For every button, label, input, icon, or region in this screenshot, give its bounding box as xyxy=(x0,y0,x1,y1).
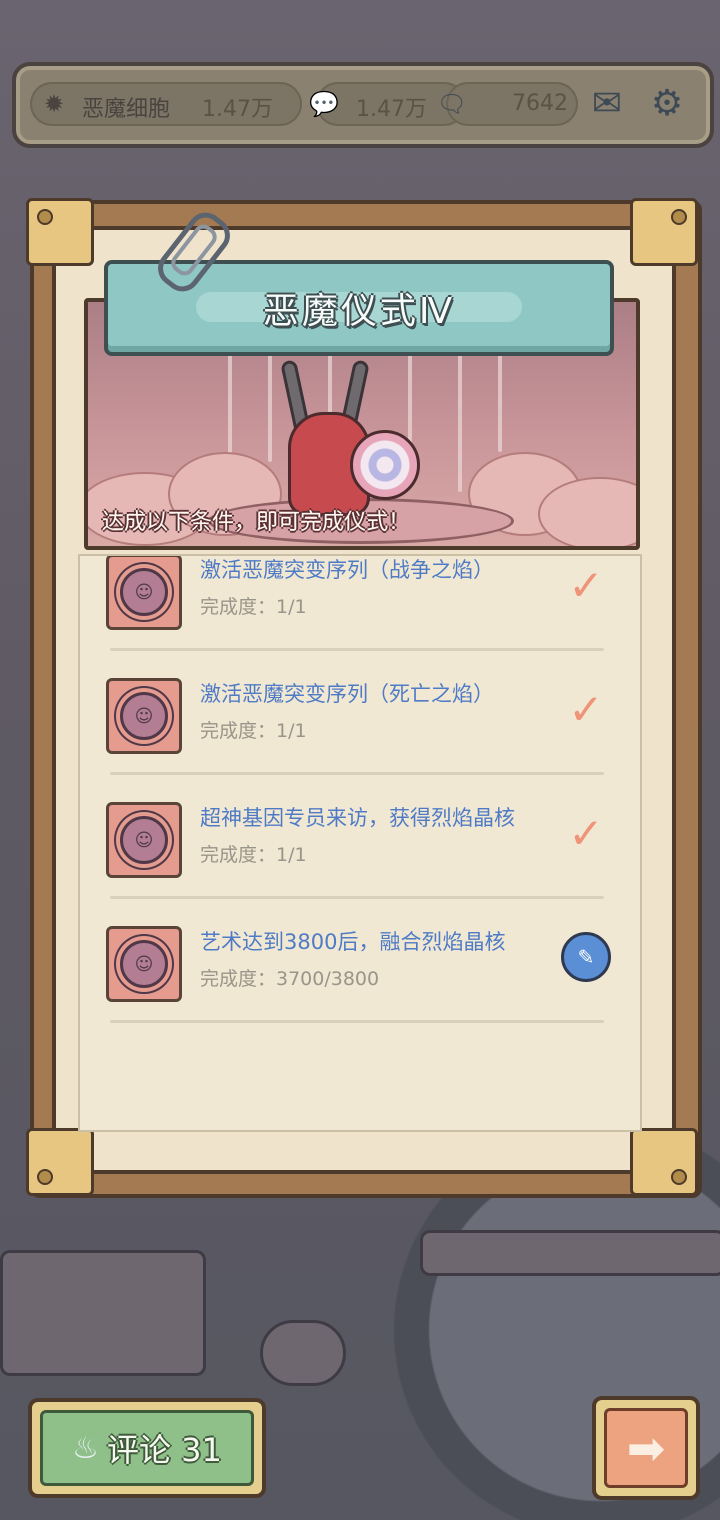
arrow-right-icon[interactable]: ➡ xyxy=(604,1408,688,1488)
page-title: 恶魔仪式Ⅳ xyxy=(262,291,456,332)
check-icon: ✓ xyxy=(568,808,604,858)
demon-cell-icon: ✹ xyxy=(43,90,65,118)
divider xyxy=(110,772,604,775)
resource-label: 恶魔细胞 xyxy=(82,97,171,122)
gear-icon[interactable]: ⚙ xyxy=(640,76,694,130)
task-title: 激活恶魔突变序列（死亡之焰） xyxy=(200,682,494,706)
quill-icon: ♨ xyxy=(72,1430,99,1466)
background-pipe xyxy=(0,1250,206,1376)
demon-cell-icon: ☺ xyxy=(120,692,168,740)
task-title: 超神基因专员来访，获得烈焰晶核 xyxy=(200,806,515,830)
speech-bubble-icon: 🗨 xyxy=(436,90,468,118)
resource-speech[interactable]: 🗨 7642 xyxy=(437,82,578,126)
task-progress: 完成度：1/1 xyxy=(200,720,307,742)
mail-icon[interactable]: ✉ xyxy=(580,76,634,130)
check-icon: ✓ xyxy=(568,684,604,734)
resource-value: 1.47万 xyxy=(202,97,273,122)
comment-button[interactable]: ♨ 评论 31 xyxy=(28,1398,266,1498)
task-progress: 完成度：3700/3800 xyxy=(200,968,380,990)
task-status: ✓ xyxy=(556,684,616,734)
comment-button-face[interactable]: ♨ 评论 31 xyxy=(40,1410,254,1486)
task-icon: ☺ xyxy=(106,802,182,878)
resource-demon-cells[interactable]: ✹ 恶魔细胞 1.47万 xyxy=(30,82,302,126)
background-pipe xyxy=(420,1230,720,1276)
resource-value: 1.47万 xyxy=(356,97,427,122)
next-button[interactable]: ➡ xyxy=(592,1396,700,1500)
task-progress: 完成度：1/1 xyxy=(200,596,307,618)
background-pipe xyxy=(260,1320,346,1386)
task-icon: ☺ xyxy=(106,678,182,754)
task-list[interactable]: ☺ 激活恶魔突变序列（战争之焰） 完成度：1/1 ✓ ☺ 激活恶魔突变序列（死亡… xyxy=(78,554,642,1132)
task-icon: ☺ xyxy=(106,926,182,1002)
divider xyxy=(110,896,604,899)
divider xyxy=(110,1020,604,1023)
resource-bar: ✹ 恶魔细胞 1.47万 💬 1.47万 🗨 7642 ✉ ⚙ xyxy=(12,62,714,148)
task-title: 激活恶魔突变序列（战争之焰） xyxy=(200,558,494,582)
task-title: 艺术达到3800后，融合烈焰晶核 xyxy=(200,930,506,954)
divider xyxy=(110,648,604,651)
task-icon: ☺ xyxy=(106,556,182,630)
task-status[interactable]: ✎ xyxy=(556,932,616,982)
task-status: ✓ xyxy=(556,560,616,610)
task-progress: 完成度：1/1 xyxy=(200,844,307,866)
panel-corner xyxy=(26,1128,94,1196)
snail-shell xyxy=(350,430,420,500)
ritual-subtitle: 达成以下条件，即可完成仪式！ xyxy=(102,510,411,535)
check-icon: ✓ xyxy=(568,560,604,610)
task-status: ✓ xyxy=(556,808,616,858)
demon-cell-icon: ☺ xyxy=(120,940,168,988)
chat-bubble-icon: 💬 xyxy=(309,90,339,118)
comment-label: 评论 31 xyxy=(107,1431,222,1469)
demon-cell-icon: ☺ xyxy=(120,568,168,616)
panel-corner xyxy=(630,1128,698,1196)
panel-corner xyxy=(630,198,698,266)
panel-corner xyxy=(26,198,94,266)
demon-cell-icon: ☺ xyxy=(120,816,168,864)
pencil-icon[interactable]: ✎ xyxy=(561,932,611,982)
resource-value: 7642 xyxy=(512,91,568,116)
